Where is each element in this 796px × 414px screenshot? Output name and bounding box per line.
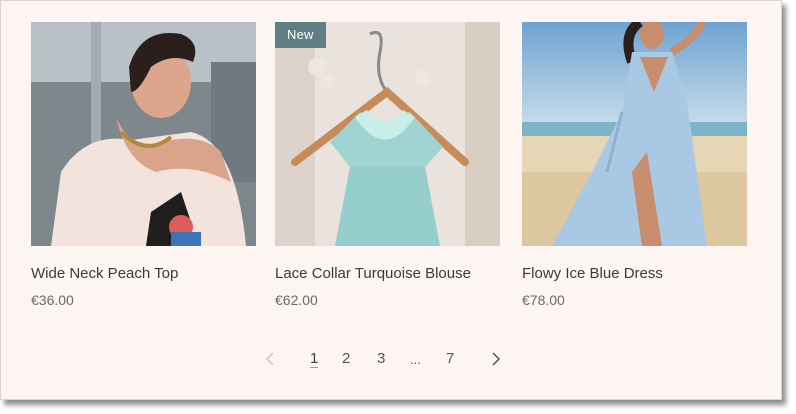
product-price: €78.00 xyxy=(522,292,565,308)
product-name[interactable]: Lace Collar Turquoise Blouse xyxy=(275,265,471,282)
product-name[interactable]: Wide Neck Peach Top xyxy=(31,265,178,282)
product-price: €36.00 xyxy=(31,292,74,308)
product-card[interactable]: Wide Neck Peach Top €36.00 xyxy=(31,22,256,308)
product-name[interactable]: Flowy Ice Blue Dress xyxy=(522,265,663,282)
new-badge: New xyxy=(275,22,326,48)
page-7-link[interactable]: 7 xyxy=(446,350,454,367)
product-image[interactable] xyxy=(31,22,256,246)
product-gallery: Wide Neck Peach Top €36.00 New Lace Coll… xyxy=(0,0,782,400)
pagination-ellipsis: ... xyxy=(410,352,421,367)
chevron-right-icon[interactable] xyxy=(491,352,501,371)
chevron-left-icon[interactable] xyxy=(265,352,275,371)
product-card[interactable]: Flowy Ice Blue Dress €78.00 xyxy=(522,22,747,308)
page-2-link[interactable]: 2 xyxy=(342,350,350,367)
product-price: €62.00 xyxy=(275,292,318,308)
product-image[interactable]: New xyxy=(275,22,500,246)
product-card[interactable]: New Lace Collar Turquoise Blouse €62.00 xyxy=(275,22,500,308)
product-image[interactable] xyxy=(522,22,747,246)
page-3-link[interactable]: 3 xyxy=(377,350,385,367)
pagination: 1 2 3 ... 7 xyxy=(1,350,783,374)
page-1-link[interactable]: 1 xyxy=(310,350,319,368)
